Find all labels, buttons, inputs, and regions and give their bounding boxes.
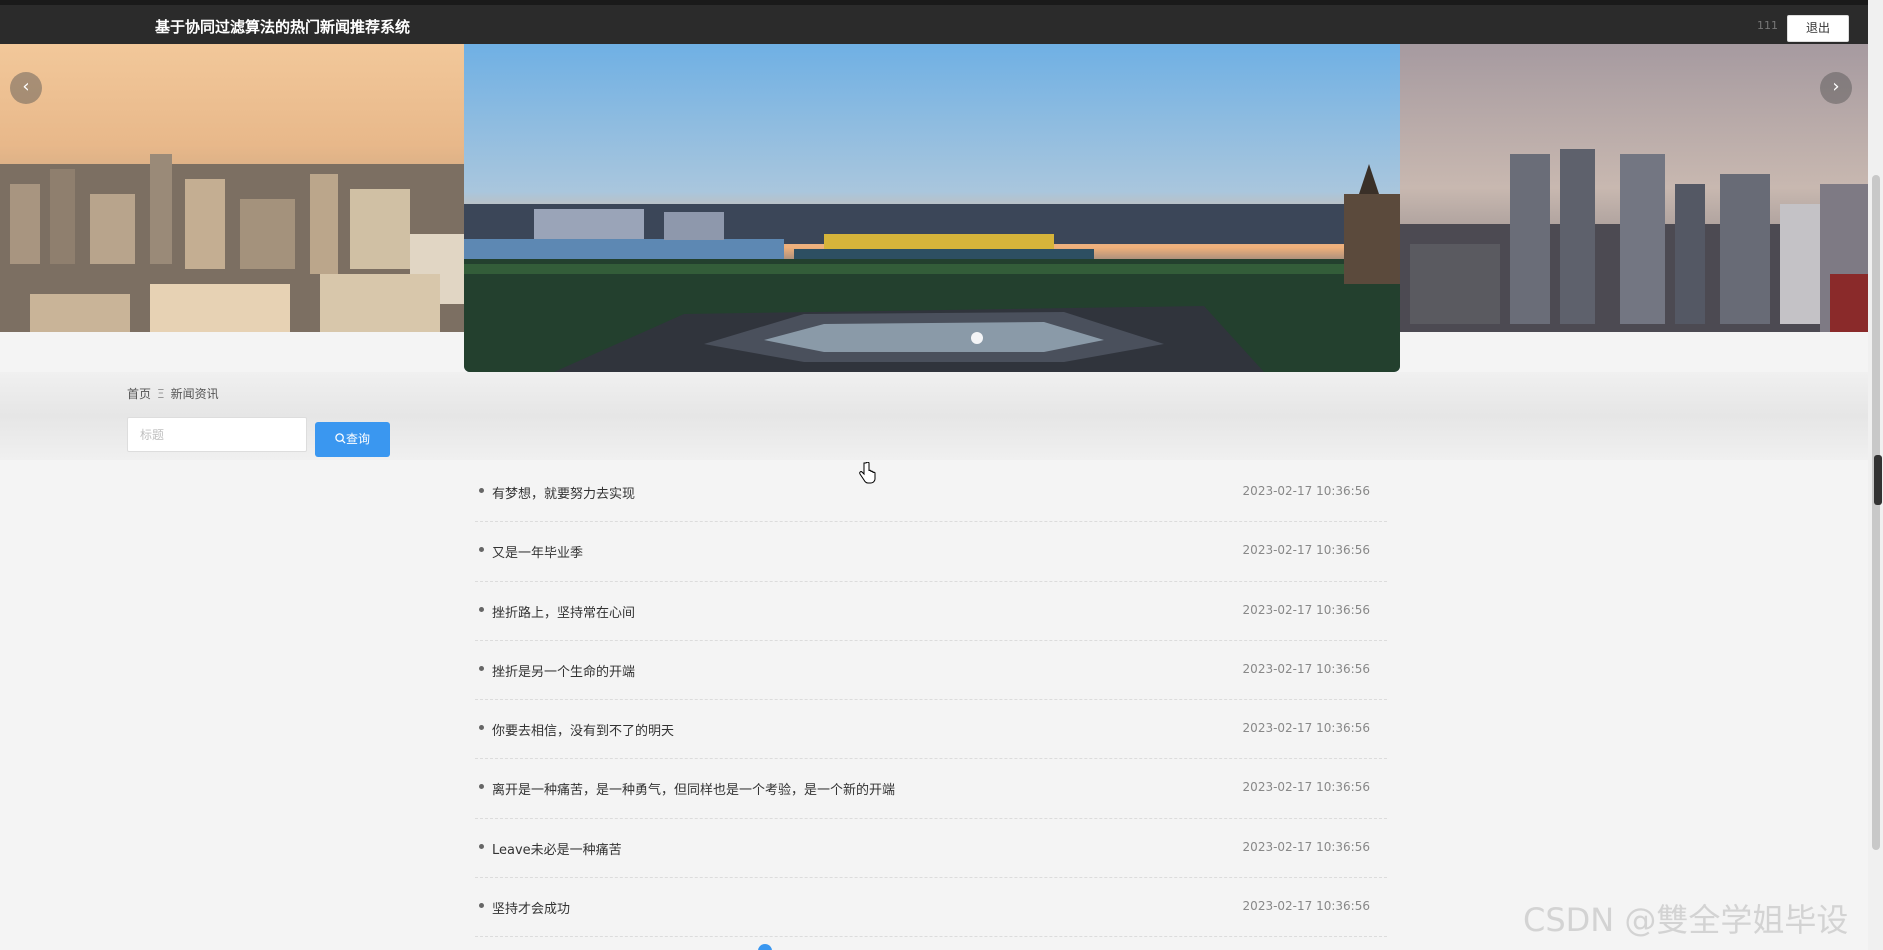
watermark: CSDN @雙全学姐毕设 bbox=[1523, 901, 1849, 939]
breadcrumb-home[interactable]: 首页 bbox=[127, 387, 151, 401]
news-title[interactable]: 又是一年毕业季 bbox=[492, 542, 583, 561]
bullet-icon bbox=[479, 547, 484, 553]
search-button[interactable]: 查询 bbox=[315, 422, 390, 457]
news-item[interactable]: 有梦想，就要努力去实现 2023-02-17 10:36:56 bbox=[475, 463, 1387, 523]
search-button-label: 查询 bbox=[345, 432, 370, 446]
bullet-icon bbox=[479, 784, 484, 790]
search-icon bbox=[335, 433, 346, 444]
hand-cursor-icon bbox=[859, 462, 876, 484]
carousel-prev-button[interactable]: ‹ bbox=[10, 72, 42, 104]
news-item[interactable]: 离开是一种痛苦，是一种勇气，但同样也是一个考验，是一个新的开端 2023-02-… bbox=[475, 759, 1387, 819]
title-search-input[interactable] bbox=[127, 417, 307, 452]
scrollbar-thumb[interactable] bbox=[1872, 175, 1880, 850]
news-item[interactable]: 坚持才会成功 2023-02-17 10:36:56 bbox=[475, 878, 1387, 938]
carousel-next-button[interactable]: › bbox=[1820, 72, 1852, 104]
bullet-icon bbox=[479, 665, 484, 671]
username-label: 111 bbox=[1757, 19, 1778, 32]
bullet-icon bbox=[479, 903, 484, 909]
pagination-indicator[interactable] bbox=[758, 944, 772, 950]
news-item[interactable]: Leave未必是一种痛苦 2023-02-17 10:36:56 bbox=[475, 819, 1387, 879]
carousel-slide-active[interactable] bbox=[464, 44, 1400, 372]
logout-button[interactable]: 退出 bbox=[1787, 15, 1849, 42]
carousel-slide-next[interactable] bbox=[1400, 44, 1868, 332]
top-navbar: 基于协同过滤算法的热门新闻推荐系统 111 退出 bbox=[0, 0, 1868, 44]
breadcrumb-separator: Ξ bbox=[157, 387, 165, 401]
bullet-icon bbox=[479, 843, 484, 849]
news-list: 有梦想，就要努力去实现 2023-02-17 10:36:56 又是一年毕业季 … bbox=[475, 463, 1387, 938]
news-title[interactable]: Leave未必是一种痛苦 bbox=[492, 839, 622, 858]
news-title[interactable]: 你要去相信，没有到不了的明天 bbox=[492, 720, 674, 739]
news-item[interactable]: 又是一年毕业季 2023-02-17 10:36:56 bbox=[475, 522, 1387, 582]
news-time: 2023-02-17 10:36:56 bbox=[1242, 543, 1370, 558]
breadcrumb: 首页 Ξ 新闻资讯 bbox=[127, 385, 219, 402]
skyline-image bbox=[1400, 44, 1868, 332]
news-title[interactable]: 坚持才会成功 bbox=[492, 898, 570, 917]
riverside-night-image bbox=[464, 44, 1400, 372]
bullet-icon bbox=[479, 488, 484, 493]
bullet-icon bbox=[479, 725, 484, 731]
news-time: 2023-02-17 10:36:56 bbox=[1242, 602, 1370, 617]
image-carousel[interactable]: ‹ › bbox=[0, 44, 1868, 372]
breadcrumb-current: 新闻资讯 bbox=[170, 387, 219, 401]
carousel-indicator-dot[interactable] bbox=[971, 332, 983, 344]
carousel-slide-prev[interactable] bbox=[0, 44, 464, 332]
news-time: 2023-02-17 10:36:56 bbox=[1242, 661, 1370, 676]
news-title[interactable]: 离开是一种痛苦，是一种勇气，但同样也是一个考验，是一个新的开端 bbox=[492, 779, 895, 798]
news-item[interactable]: 你要去相信，没有到不了的明天 2023-02-17 10:36:56 bbox=[475, 700, 1387, 760]
news-time: 2023-02-17 10:36:56 bbox=[1242, 721, 1370, 736]
city-dusk-image bbox=[0, 44, 464, 332]
news-time: 2023-02-17 10:36:56 bbox=[1242, 839, 1370, 854]
news-title[interactable]: 有梦想，就要努力去实现 bbox=[492, 483, 635, 502]
site-title: 基于协同过滤算法的热门新闻推荐系统 bbox=[155, 18, 411, 36]
news-item[interactable]: 挫折路上，坚持常在心间 2023-02-17 10:36:56 bbox=[475, 582, 1387, 641]
bullet-icon bbox=[479, 606, 484, 612]
news-time: 2023-02-17 10:36:56 bbox=[1242, 899, 1370, 914]
toolbar-band: 首页 Ξ 新闻资讯 查询 bbox=[0, 372, 1868, 460]
news-time: 2023-02-17 10:36:56 bbox=[1242, 484, 1370, 498]
news-title[interactable]: 挫折是另一个生命的开端 bbox=[492, 661, 635, 680]
page-scrollbar[interactable] bbox=[1868, 0, 1883, 950]
news-item[interactable]: 挫折是另一个生命的开端 2023-02-17 10:36:56 bbox=[475, 641, 1387, 701]
scrollbar-marker bbox=[1874, 455, 1882, 505]
news-time: 2023-02-17 10:36:56 bbox=[1242, 780, 1370, 795]
news-title[interactable]: 挫折路上，坚持常在心间 bbox=[492, 602, 635, 621]
